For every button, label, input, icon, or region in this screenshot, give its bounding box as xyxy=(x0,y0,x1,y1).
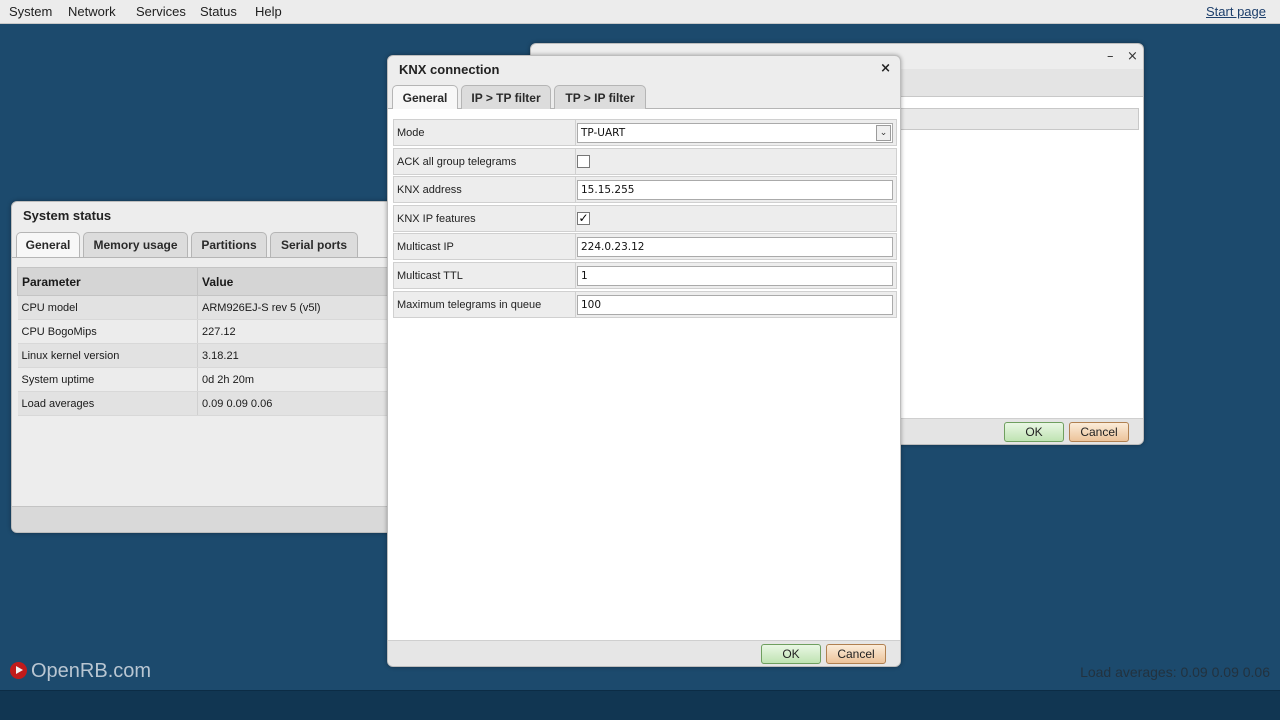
column-value: Value xyxy=(197,267,397,296)
close-icon[interactable]: × xyxy=(880,61,891,76)
multicast-ttl-label: Multicast TTL xyxy=(397,270,463,282)
row-max-telegrams: Maximum telegrams in queue 100 xyxy=(393,291,897,318)
menu-system[interactable]: System xyxy=(9,4,52,19)
row-param: CPU BogoMips xyxy=(17,319,198,344)
tab-memory-usage[interactable]: Memory usage xyxy=(83,232,188,258)
mode-label: Mode xyxy=(397,127,425,139)
row-value: 3.18.21 xyxy=(197,343,397,368)
tab-divider xyxy=(12,257,410,258)
ack-checkbox[interactable] xyxy=(577,155,590,168)
system-status-footer xyxy=(12,506,410,532)
row-multicast-ttl: Multicast TTL 1 xyxy=(393,262,897,289)
row-value: 0.09 0.09 0.06 xyxy=(197,391,397,416)
logo-text: OpenRB.com xyxy=(31,660,152,682)
row-value: 227.12 xyxy=(197,319,397,344)
tab-tp-ip-filter[interactable]: TP > IP filter xyxy=(554,85,646,111)
row-multicast-ip: Multicast IP 224.0.23.12 xyxy=(393,233,897,260)
mode-select[interactable]: TP-UART ⌄ xyxy=(577,123,893,143)
system-status-table: Parameter Value CPU model ARM926EJ-S rev… xyxy=(17,267,397,416)
knx-tab-bar: General IP > TP filter TP > IP filter xyxy=(388,83,900,111)
row-knx-address: KNX address 15.15.255 xyxy=(393,176,897,203)
top-menu-bar: System Network Services Status Help Star… xyxy=(0,0,1280,24)
row-mode: Mode TP-UART ⌄ xyxy=(393,119,897,146)
system-status-title: System status xyxy=(23,208,112,223)
mode-selected-value: TP-UART xyxy=(581,127,626,139)
row-param: Linux kernel version xyxy=(17,343,198,368)
play-icon xyxy=(10,662,27,679)
menu-services[interactable]: Services xyxy=(136,4,186,19)
tab-ip-tp-filter[interactable]: IP > TP filter xyxy=(461,85,551,111)
load-averages-status: Load averages: 0.09 0.09 0.06 xyxy=(1080,664,1270,680)
close-icon[interactable]: × xyxy=(1127,49,1138,64)
row-knx-ip-features: KNX IP features ✓ xyxy=(393,205,897,232)
cancel-button[interactable]: Cancel xyxy=(826,644,886,664)
row-ack-all-group-telegrams: ACK all group telegrams xyxy=(393,148,897,175)
row-param: CPU model xyxy=(17,295,198,320)
network-ok-button[interactable]: OK xyxy=(1004,422,1064,442)
tab-general[interactable]: General xyxy=(392,85,458,111)
tab-partitions[interactable]: Partitions xyxy=(191,232,267,258)
knx-address-label: KNX address xyxy=(397,184,462,196)
start-page-link[interactable]: Start page xyxy=(1206,4,1266,19)
table-row[interactable]: CPU model ARM926EJ-S rev 5 (v5l) xyxy=(17,295,397,320)
minimize-icon[interactable]: – xyxy=(1107,49,1114,64)
knx-dialog-footer: OK Cancel xyxy=(388,640,900,666)
network-cancel-button[interactable]: Cancel xyxy=(1069,422,1129,442)
row-value: ARM926EJ-S rev 5 (v5l) xyxy=(197,295,397,320)
knx-address-input[interactable]: 15.15.255 xyxy=(577,180,893,200)
knx-connection-dialog: KNX connection × General IP > TP filter … xyxy=(387,55,901,667)
row-param: Load averages xyxy=(17,391,198,416)
column-parameter: Parameter xyxy=(17,267,198,296)
table-row[interactable]: Load averages 0.09 0.09 0.06 xyxy=(17,391,397,416)
menu-help[interactable]: Help xyxy=(255,4,282,19)
menu-network[interactable]: Network xyxy=(68,4,116,19)
table-row[interactable]: CPU BogoMips 227.12 xyxy=(17,319,397,344)
table-header-row: Parameter Value xyxy=(17,267,397,296)
ack-label: ACK all group telegrams xyxy=(397,156,517,168)
table-row[interactable]: System uptime 0d 2h 20m xyxy=(17,367,397,392)
openrb-logo: OpenRB.com xyxy=(10,660,151,683)
knx-dialog-title: KNX connection xyxy=(399,62,500,77)
knx-ip-features-label: KNX IP features xyxy=(397,213,476,225)
multicast-ttl-input[interactable]: 1 xyxy=(577,266,893,286)
chevron-down-icon[interactable]: ⌄ xyxy=(876,125,891,141)
row-param: System uptime xyxy=(17,367,198,392)
bottom-taskbar xyxy=(0,690,1280,720)
network-input[interactable] xyxy=(899,108,1139,130)
row-value: 0d 2h 20m xyxy=(197,367,397,392)
system-status-window: System status General Memory usage Parti… xyxy=(11,201,411,533)
multicast-ip-label: Multicast IP xyxy=(397,241,454,253)
max-telegrams-label: Maximum telegrams in queue xyxy=(397,299,542,311)
max-telegrams-input[interactable]: 100 xyxy=(577,295,893,315)
menu-status[interactable]: Status xyxy=(200,4,237,19)
tab-general[interactable]: General xyxy=(16,232,80,258)
tab-serial-ports[interactable]: Serial ports xyxy=(270,232,358,258)
knx-general-panel: Mode TP-UART ⌄ ACK all group telegrams K… xyxy=(388,109,900,641)
ok-button[interactable]: OK xyxy=(761,644,821,664)
knx-ip-features-checkbox[interactable]: ✓ xyxy=(577,212,590,225)
multicast-ip-input[interactable]: 224.0.23.12 xyxy=(577,237,893,257)
table-row[interactable]: Linux kernel version 3.18.21 xyxy=(17,343,397,368)
